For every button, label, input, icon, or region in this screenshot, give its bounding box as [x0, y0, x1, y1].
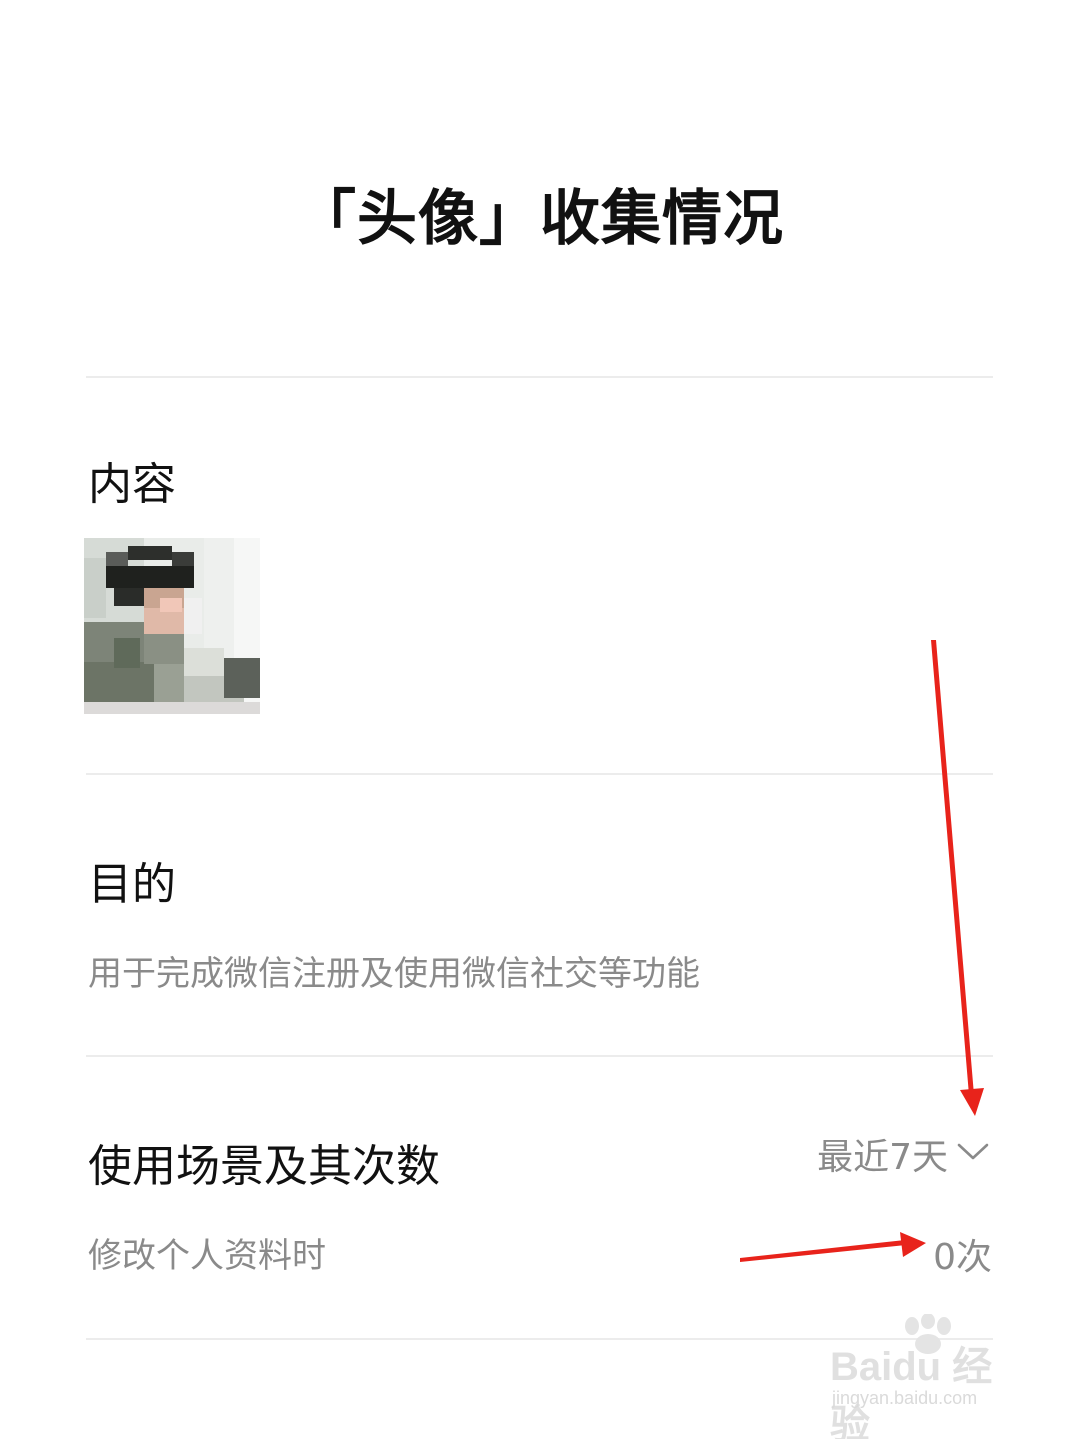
baidu-watermark: Baidu 经验 jingyan.baidu.com — [830, 1314, 1030, 1439]
time-range-select[interactable]: 最近7天 — [817, 1128, 990, 1180]
usage-count: 0次 — [933, 1237, 992, 1278]
chevron-down-icon — [956, 1141, 990, 1167]
watermark-brand: Baidu 经验 — [830, 1345, 993, 1439]
red-arrow-icon — [931, 640, 984, 1116]
divider — [86, 773, 993, 775]
divider — [86, 376, 993, 378]
purpose-description: 用于完成微信注册及使用微信社交等功能 — [88, 954, 700, 994]
watermark-url: jingyan.baidu.com — [832, 1388, 978, 1408]
content-heading: 内容 — [88, 459, 176, 510]
time-range-label: 最近7天 — [817, 1137, 948, 1178]
page-title: 「头像」收集情况 — [296, 184, 784, 254]
usage-heading: 使用场景及其次数 — [88, 1141, 440, 1192]
privacy-collection-page: 「头像」收集情况 内容 目的 用于完成微信注册及使用微信社交等功能 使用场景及其… — [0, 0, 1080, 1439]
blurred-user-avatar-image — [84, 538, 260, 714]
usage-scene: 修改个人资料时 — [88, 1236, 326, 1276]
purpose-heading: 目的 — [88, 859, 176, 910]
red-arrow-icon — [740, 1232, 926, 1262]
avatar — [84, 538, 260, 714]
divider — [86, 1055, 993, 1057]
